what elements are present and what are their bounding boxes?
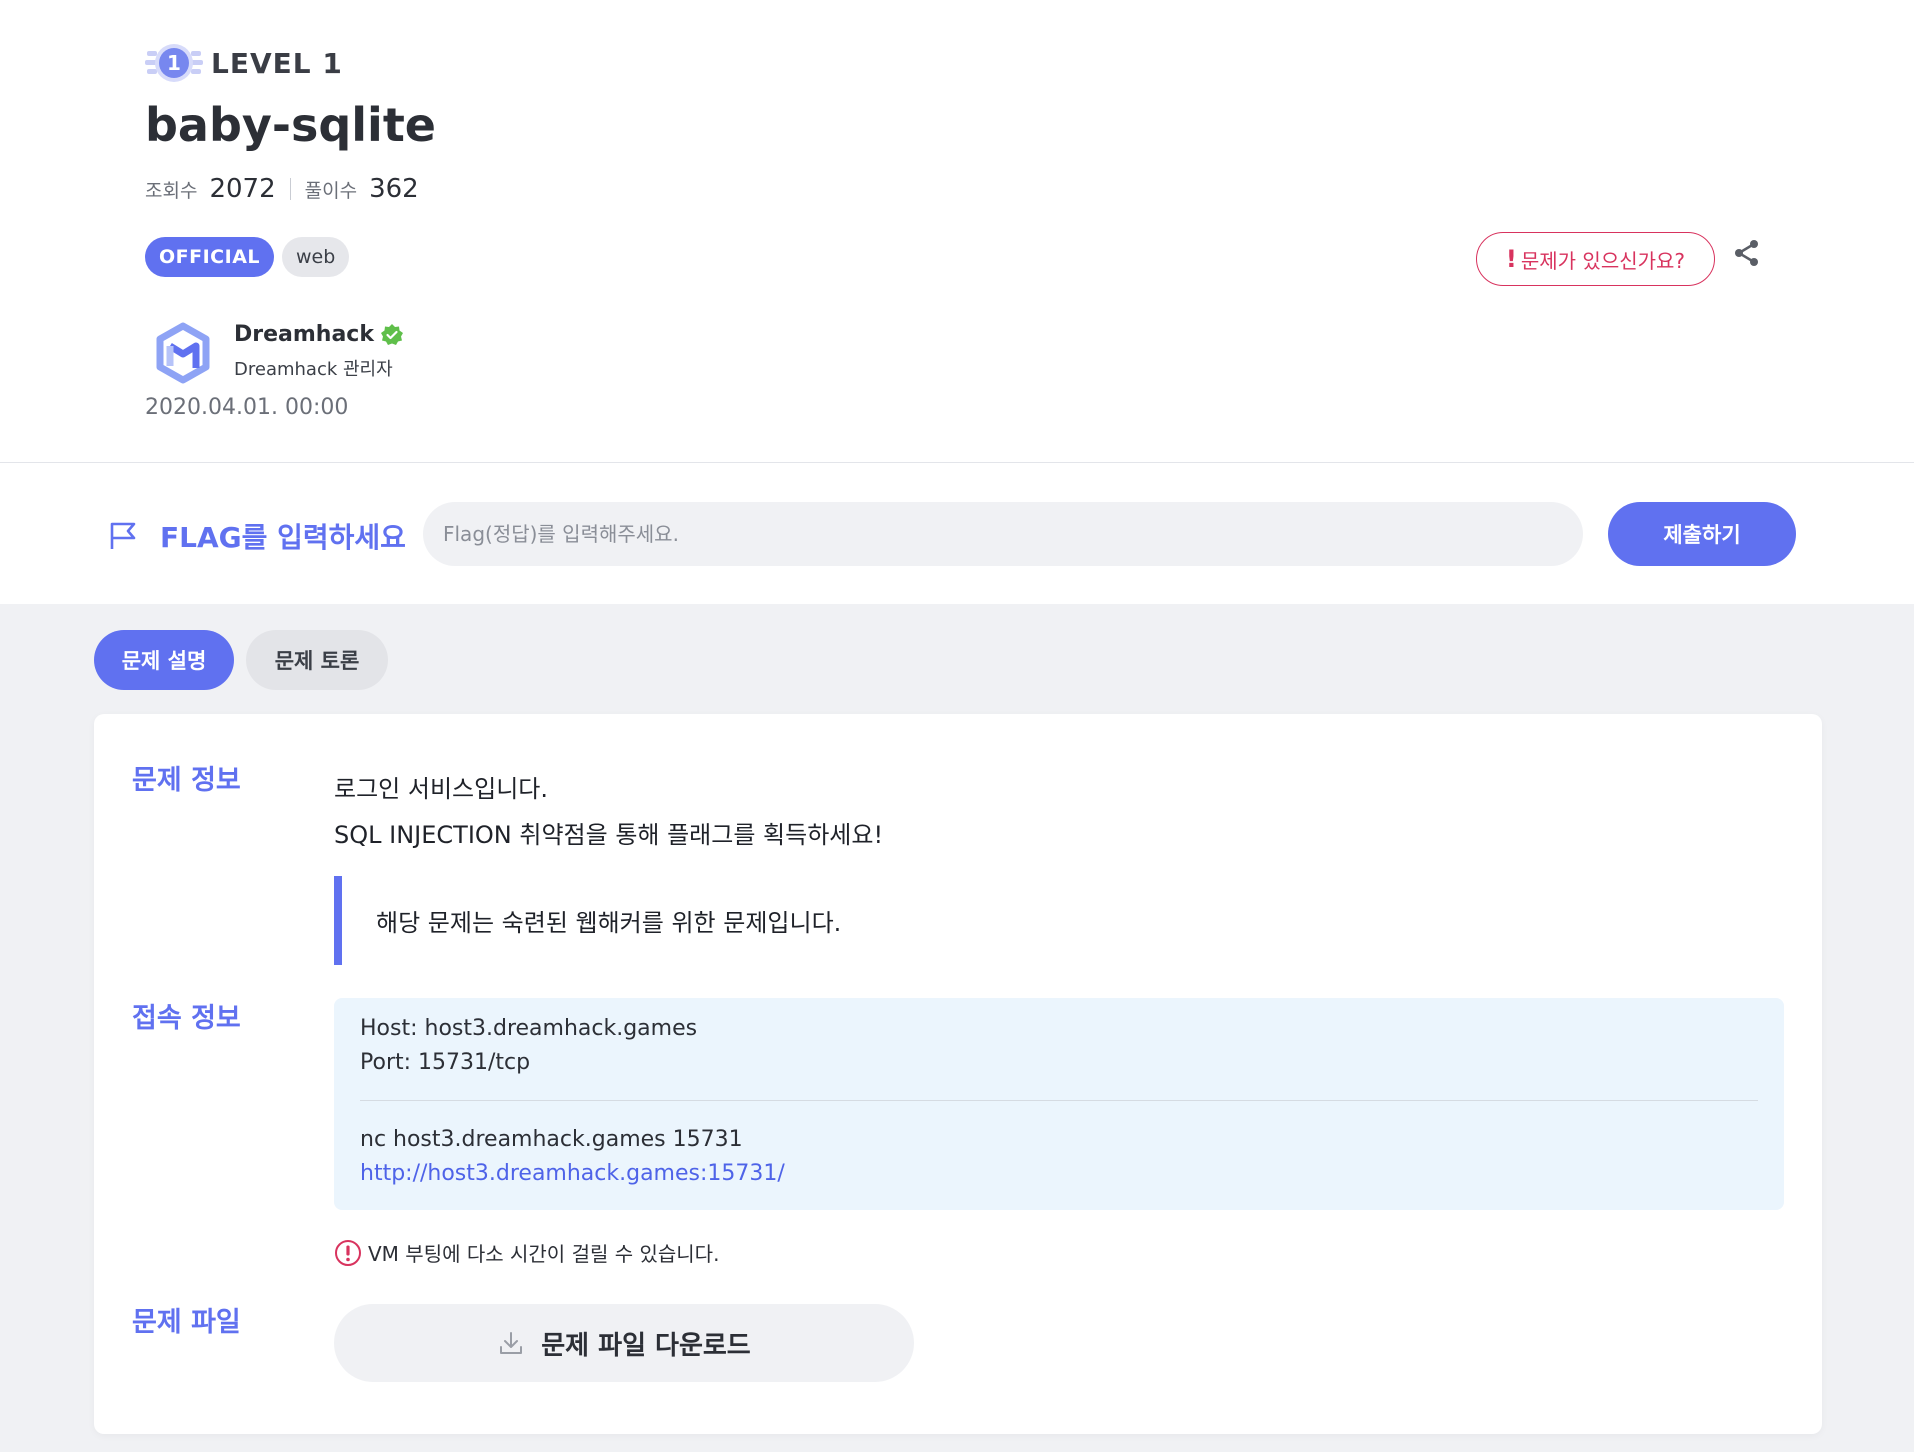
vm-boot-note: VM 부팅에 다소 시간이 걸릴 수 있습니다. bbox=[334, 1238, 719, 1267]
description-line: SQL INJECTION 취약점을 통해 플래그를 획득하세요! bbox=[334, 821, 884, 849]
solves-count: 362 bbox=[369, 174, 419, 204]
flag-input[interactable] bbox=[423, 502, 1583, 566]
publish-date: 2020.04.01. 00:00 bbox=[145, 395, 349, 420]
level-badge-icon: 1 bbox=[145, 38, 203, 88]
solves-label: 풀이수 bbox=[304, 179, 358, 202]
flag-label-row: FLAG를 입력하세요 bbox=[108, 516, 406, 556]
report-issue-button[interactable]: ! 문제가 있으신가요? bbox=[1476, 232, 1715, 286]
report-issue-label: 문제가 있으신가요? bbox=[1520, 248, 1686, 273]
section-label-files: 문제 파일 bbox=[132, 1307, 241, 1338]
download-file-label: 문제 파일 다운로드 bbox=[541, 1330, 751, 1361]
challenge-stats: 조회수 2072 풀이수 362 bbox=[145, 174, 419, 204]
challenge-title: baby-sqlite bbox=[145, 98, 437, 152]
vm-boot-note-text: VM 부팅에 다소 시간이 걸릴 수 있습니다. bbox=[368, 1242, 720, 1266]
author-name: Dreamhack bbox=[234, 322, 374, 347]
level-label: LEVEL 1 bbox=[211, 46, 343, 80]
download-file-button[interactable]: 문제 파일 다운로드 bbox=[334, 1304, 914, 1382]
verified-icon bbox=[380, 323, 404, 347]
views-label: 조회수 bbox=[145, 179, 198, 202]
connection-divider bbox=[360, 1100, 1758, 1101]
submit-button[interactable]: 제출하기 bbox=[1608, 502, 1796, 566]
connection-box: Host: host3.dreamhack.games Port: 15731/… bbox=[334, 998, 1784, 1210]
connection-host: Host: host3.dreamhack.games bbox=[360, 1016, 698, 1041]
author-role: Dreamhack 관리자 bbox=[234, 359, 393, 380]
tab-description[interactable]: 문제 설명 bbox=[94, 630, 234, 690]
challenge-header: 1 LEVEL 1 baby-sqlite 조회수 2072 풀이수 362 O… bbox=[0, 0, 1914, 463]
level-number: 1 bbox=[167, 51, 181, 75]
tag-web[interactable]: web bbox=[282, 237, 350, 277]
download-icon bbox=[497, 1329, 525, 1357]
views-count: 2072 bbox=[209, 174, 276, 204]
connection-url-link[interactable]: http://host3.dreamhack.games:15731/ bbox=[360, 1157, 1758, 1191]
connection-nc-command: nc host3.dreamhack.games 15731 bbox=[360, 1127, 743, 1152]
challenge-description: 로그인 서비스입니다. SQL INJECTION 취약점을 통해 플래그를 획… bbox=[334, 766, 883, 858]
stats-divider bbox=[289, 178, 291, 200]
dreamhack-logo bbox=[150, 320, 216, 386]
author-block[interactable]: Dreamhack Dreamhack 관리자 bbox=[150, 320, 404, 386]
connection-port: Port: 15731/tcp bbox=[360, 1050, 531, 1075]
level-indicator: 1 LEVEL 1 bbox=[145, 38, 343, 88]
warning-icon bbox=[334, 1239, 362, 1267]
description-line: 로그인 서비스입니다. bbox=[334, 775, 548, 803]
tag-list: OFFICIAL web bbox=[145, 237, 350, 277]
tab-discussion[interactable]: 문제 토론 bbox=[246, 630, 388, 690]
tag-official[interactable]: OFFICIAL bbox=[145, 237, 275, 277]
share-icon[interactable] bbox=[1730, 236, 1764, 270]
flag-icon bbox=[108, 521, 138, 551]
alert-mark-icon: ! bbox=[1505, 245, 1517, 273]
flag-label: FLAG를 입력하세요 bbox=[160, 521, 406, 554]
author-name-row: Dreamhack bbox=[234, 322, 404, 347]
description-quote: 해당 문제는 숙련된 웹해커를 위한 문제입니다. bbox=[334, 876, 841, 965]
section-label-info: 문제 정보 bbox=[132, 765, 241, 796]
section-label-connection: 접속 정보 bbox=[132, 1003, 241, 1034]
